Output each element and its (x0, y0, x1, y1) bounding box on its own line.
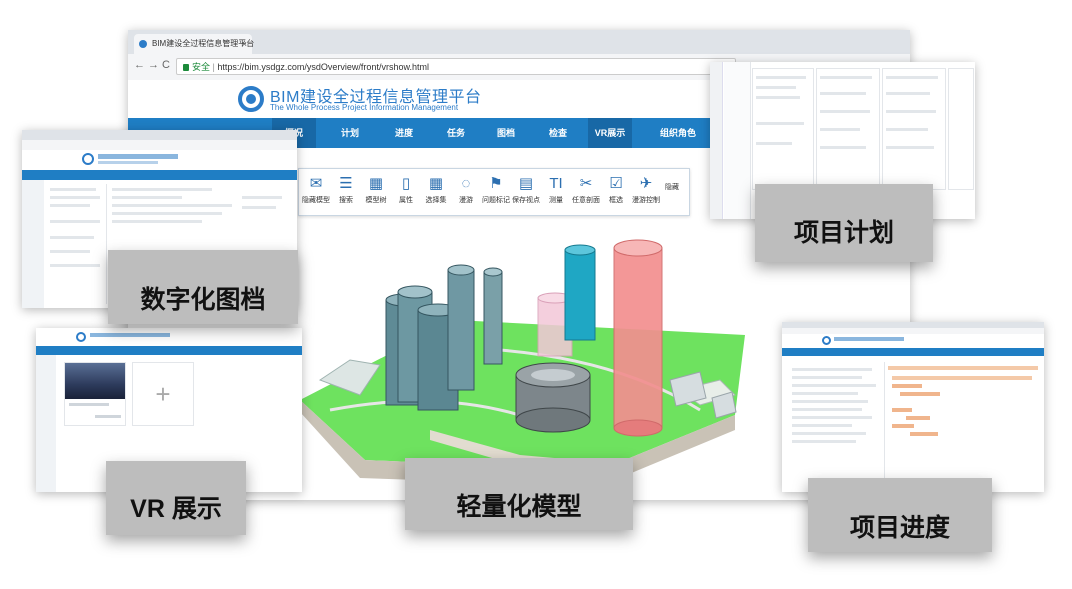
tool-model-tree[interactable]: ▦ 模型树 (359, 173, 393, 213)
phone-icon: ▯ (401, 175, 411, 192)
list-icon: ☰ (339, 175, 353, 192)
vr-logo-icon (76, 332, 86, 342)
browser-tab[interactable]: BIM建设全过程信息管理平台 × (134, 34, 255, 54)
gantt-bar (910, 432, 938, 436)
reload-icon[interactable]: C (162, 59, 170, 71)
docs-nav (22, 170, 297, 180)
tool-save-viewpoint[interactable]: ▤ 保存视点 (509, 173, 543, 213)
brand-subtitle: The Whole Process Project Information Ma… (270, 103, 459, 112)
nav-item-roles[interactable]: 组织角色 (650, 118, 706, 148)
progress-logo-icon (822, 336, 831, 345)
url-separator: | (212, 62, 215, 72)
plan-sidebar (710, 62, 723, 219)
nav-item-plan[interactable]: 计划 (328, 118, 372, 148)
vr-left-rail (36, 355, 56, 492)
project-progress-screenshot (782, 322, 1044, 492)
nav-item-tasks[interactable]: 任务 (434, 118, 478, 148)
scissors-icon: ✂ (579, 175, 593, 192)
docs-logo-icon (82, 153, 94, 165)
tool-measure[interactable]: TI 测量 (539, 173, 573, 213)
gantt-bar (892, 376, 1032, 380)
plane-icon: ✈ (639, 175, 653, 192)
bim-toolbar: ✉ 隐藏模型 ☰ 搜索 ▦ 模型树 ▯ 属性 ▦ 选择集 ◌ 漫游 ⚑ 问题标记 ▤ 保存视点 … (298, 168, 690, 216)
nav-item-vr[interactable]: VR展示 (588, 118, 632, 148)
tool-section[interactable]: ✂ 任意剖面 (569, 173, 603, 213)
nav-item-drawings[interactable]: 图档 (484, 118, 528, 148)
caption-vr-showcase: VR 展示 (106, 461, 246, 535)
text-icon: TI (549, 175, 563, 192)
caption-project-plan: 项目计划 (755, 184, 933, 262)
gantt-bar (892, 384, 922, 388)
browser-tab-bar: BIM建设全过程信息管理平台 × (128, 30, 910, 54)
plan-column-4 (948, 68, 974, 190)
checkbox-icon: ☑ (609, 175, 623, 192)
caption-lightweight-model: 轻量化模型 (405, 458, 633, 530)
gantt-bar (892, 408, 912, 412)
caption-digital-docs: 数字化图档 (108, 250, 298, 324)
docs-left-rail (22, 180, 44, 308)
forward-arrow-icon[interactable]: → (148, 59, 159, 71)
nav-item-progress[interactable]: 进度 (382, 118, 426, 148)
secure-label: 安全 (192, 62, 211, 72)
browser-tab-title: BIM建设全过程信息管理平台 (152, 39, 255, 48)
gantt-bar (900, 392, 940, 396)
back-arrow-icon[interactable]: ← (134, 59, 145, 71)
plan-menu (724, 62, 751, 219)
tool-roam[interactable]: ◌ 漫游 (449, 173, 483, 213)
gantt-bar (888, 366, 1038, 370)
caption-project-progress: 项目进度 (808, 478, 992, 552)
gantt-bar (892, 424, 914, 428)
favicon-icon (139, 40, 147, 48)
tool-roam-control[interactable]: ✈ 漫游控制 (629, 173, 663, 213)
gantt-task-list (788, 362, 885, 482)
progress-nav (782, 348, 1044, 356)
url-input[interactable]: 安全 | https://bim.ysdgz.com/ysdOverview/f… (176, 58, 736, 75)
tool-search[interactable]: ☰ 搜索 (329, 173, 363, 213)
logo-icon (238, 86, 264, 112)
vr-thumbnail (65, 363, 125, 399)
tool-issue-mark[interactable]: ⚑ 问题标记 (479, 173, 513, 213)
url-text: https://bim.ysdgz.com/ysdOverview/front/… (217, 62, 429, 72)
vr-nav (36, 346, 302, 355)
docs-address-bar (22, 140, 297, 150)
tool-hide[interactable]: 隐藏 (659, 173, 685, 223)
tool-hide-model[interactable]: ✉ 隐藏模型 (299, 173, 333, 213)
nav-item-inspection[interactable]: 检查 (536, 118, 580, 148)
vr-add-button[interactable]: + (132, 362, 194, 426)
envelope-icon: ✉ (309, 175, 323, 192)
docs-folder-tree (46, 184, 107, 304)
dotted-circle-icon: ◌ (461, 175, 471, 192)
tool-box-select[interactable]: ☑ 框选 (599, 173, 633, 213)
flag-icon: ⚑ (489, 175, 503, 192)
lock-icon (183, 64, 189, 71)
grid-icon: ▦ (368, 175, 384, 192)
grid-icon: ▦ (428, 175, 444, 192)
tool-selection-set[interactable]: ▦ 选择集 (419, 173, 453, 213)
docs-tab-bar (22, 130, 297, 140)
tab-close-icon[interactable]: × (242, 34, 247, 54)
gantt-bar (906, 416, 930, 420)
film-icon: ▤ (518, 175, 534, 192)
vr-card[interactable] (64, 362, 126, 426)
tool-properties[interactable]: ▯ 属性 (389, 173, 423, 213)
